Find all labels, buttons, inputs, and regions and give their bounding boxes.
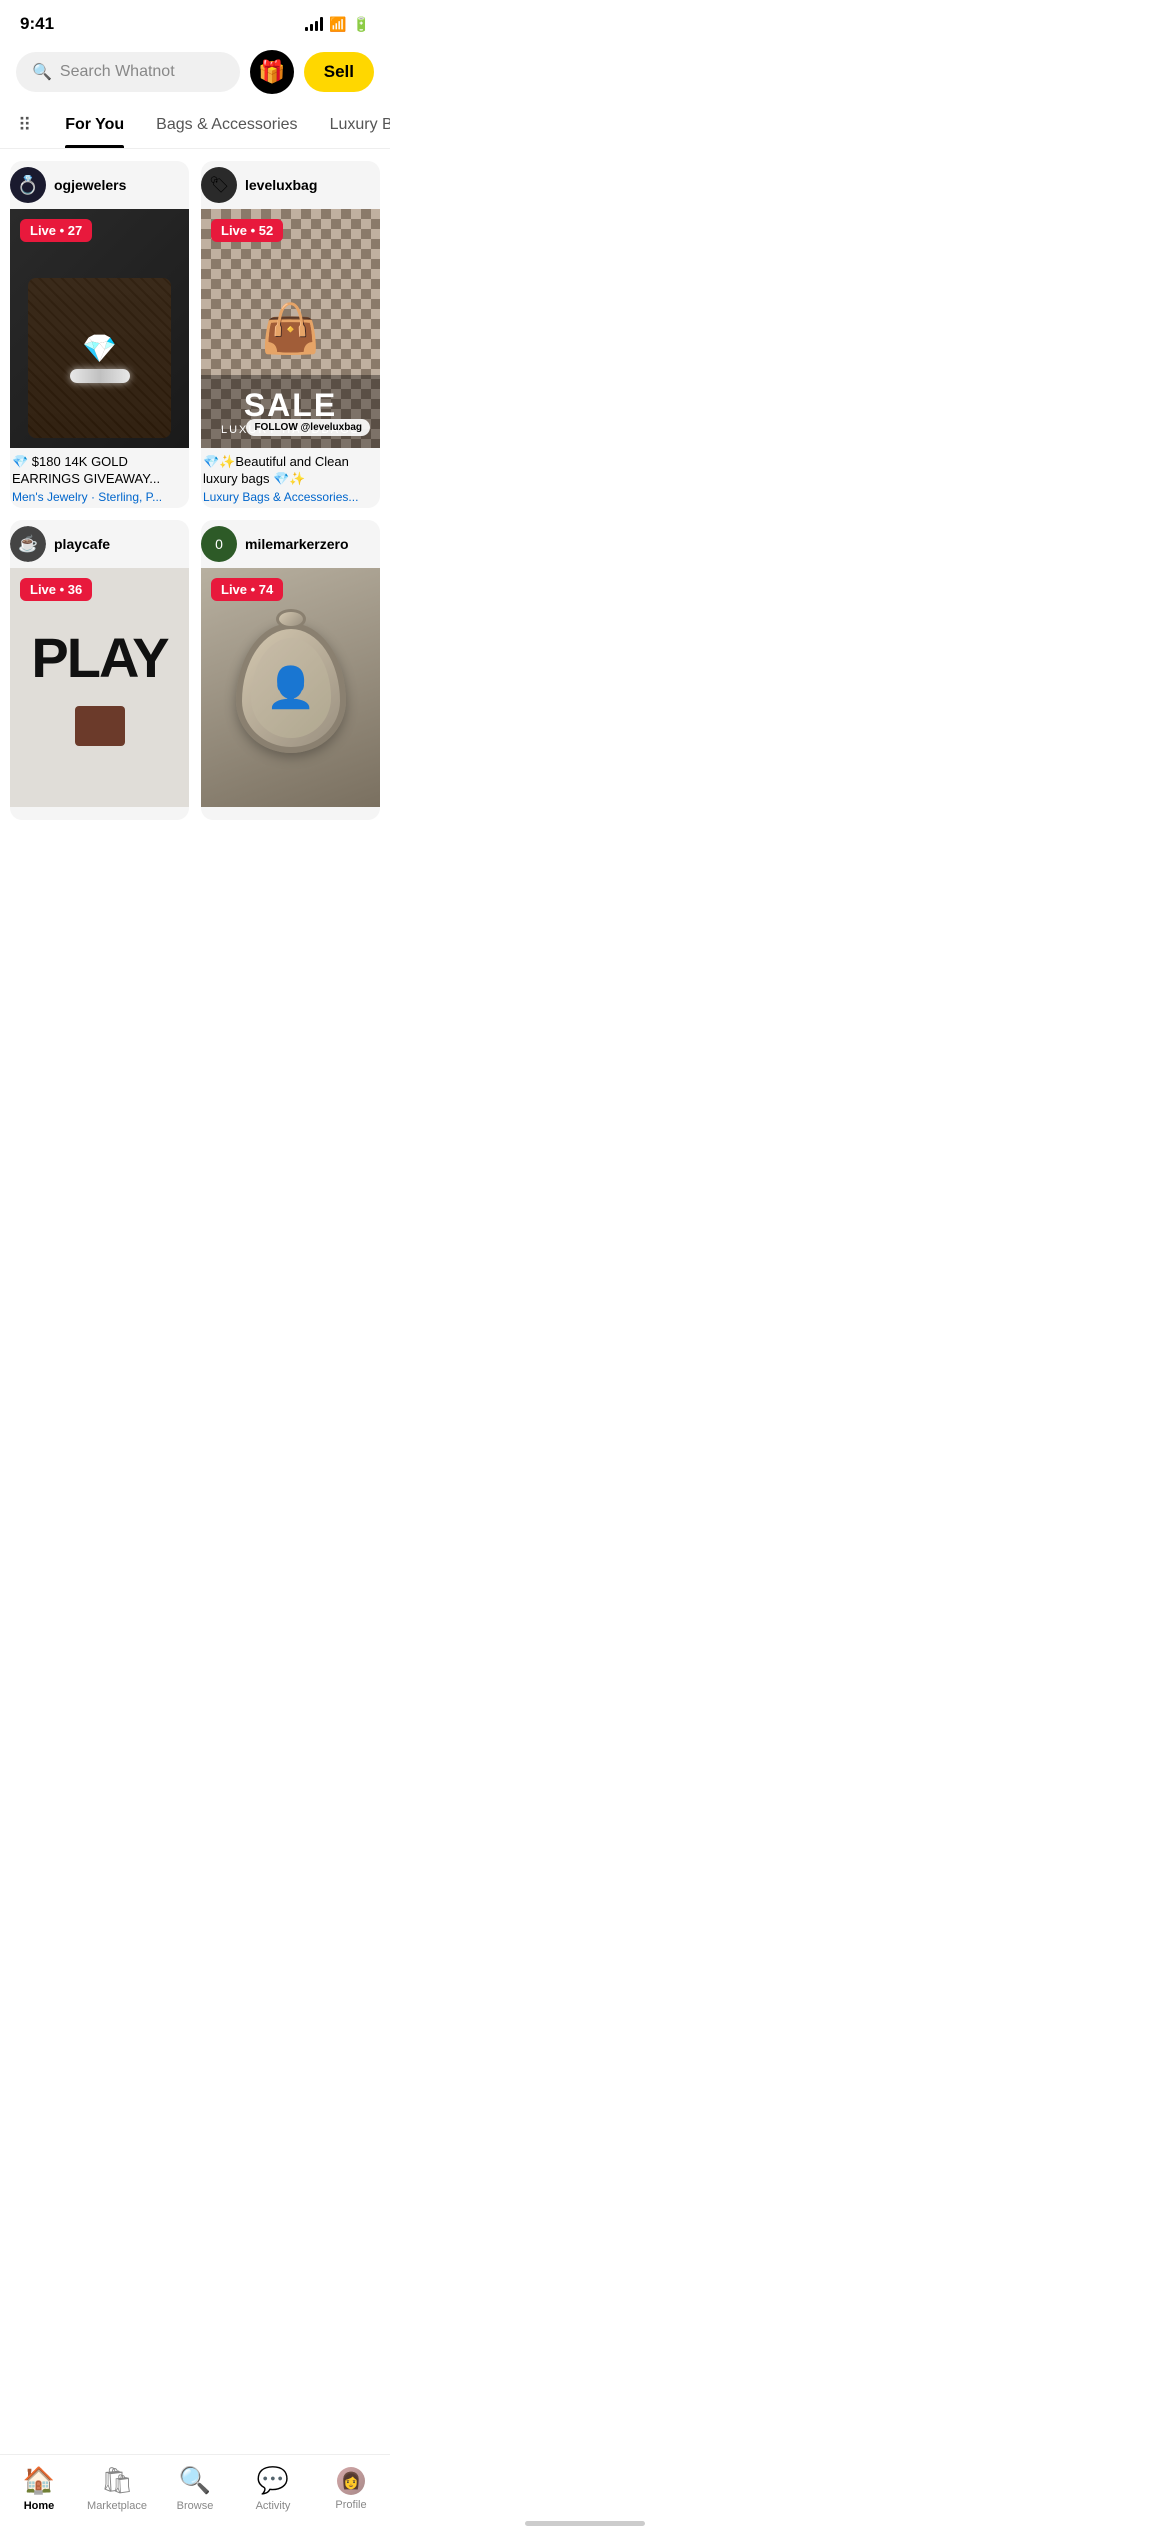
card-image: Live • 27 💎: [10, 209, 189, 448]
card-image: Live • 36 PLAY: [10, 568, 189, 807]
live-badge: Live • 74: [211, 578, 283, 601]
browse-icon: 🔍: [179, 2465, 211, 2496]
card-description: [201, 807, 380, 820]
nav-profile-label: Profile: [335, 2499, 366, 2511]
live-grid: 💍 ogjewelers Live • 27 💎: [0, 149, 390, 832]
tab-bags-accessories[interactable]: Bags & Accessories: [140, 102, 313, 148]
seller-info: 0 milemarkerzero: [201, 520, 380, 568]
nav-activity[interactable]: 💬 Activity: [234, 2465, 312, 2512]
card-visual: 👤: [201, 568, 380, 807]
sell-button[interactable]: Sell: [304, 52, 374, 92]
live-card-milemarkerzero[interactable]: 0 milemarkerzero Live • 74 👤: [201, 520, 380, 820]
live-card-leveluxbag[interactable]: 🏷 leveluxbag Live • 52 👜 SALE LUXURY HAN…: [201, 161, 380, 508]
card-visual: 💎: [10, 209, 189, 448]
search-icon: 🔍: [32, 62, 52, 82]
sale-overlay: SALE LUXURY HANDBAGS: [201, 375, 380, 448]
nav-activity-label: Activity: [256, 2500, 291, 2512]
live-badge: Live • 52: [211, 219, 283, 242]
seller-name: ogjewelers: [54, 177, 126, 193]
live-badge: Live • 36: [20, 578, 92, 601]
battery-icon: 🔋: [353, 16, 370, 33]
home-indicator: [525, 2521, 645, 2526]
seller-info: ☕ playcafe: [10, 520, 189, 568]
follow-tag: FOLLOW @leveluxbag: [246, 419, 370, 436]
seller-avatar: ☕: [10, 526, 46, 562]
home-icon: 🏠: [23, 2465, 55, 2496]
seller-avatar: 🏷: [201, 167, 237, 203]
seller-info: 🏷 leveluxbag: [201, 161, 380, 209]
marketplace-icon: 🛍: [100, 2465, 133, 2496]
card-image: Live • 52 👜 SALE LUXURY HANDBAGS FOLLOW …: [201, 209, 380, 448]
search-input[interactable]: Search Whatnot: [60, 63, 175, 81]
live-card-playcafe[interactable]: ☕ playcafe Live • 36 PLAY: [10, 520, 189, 820]
card-category: Luxury Bags & Accessories...: [203, 490, 378, 504]
card-category: Men's Jewelry · Sterling, P...: [12, 490, 187, 504]
card-visual: PLAY: [10, 568, 189, 807]
card-image: Live • 74 👤: [201, 568, 380, 807]
nav-home[interactable]: 🏠 Home: [0, 2465, 78, 2512]
profile-avatar: 👩: [337, 2467, 365, 2495]
seller-name: playcafe: [54, 536, 110, 552]
gift-icon: 🎁: [258, 59, 285, 85]
nav-browse[interactable]: 🔍 Browse: [156, 2465, 234, 2512]
seller-avatar: 💍: [10, 167, 46, 203]
activity-icon: 💬: [257, 2465, 289, 2496]
card-description: [10, 807, 189, 820]
status-icons: 📶 🔋: [305, 16, 370, 33]
live-badge: Live • 27: [20, 219, 92, 242]
signal-icon: [305, 17, 323, 31]
card-title: 💎✨Beautiful and Clean luxury bags 💎✨: [203, 454, 378, 488]
seller-avatar: 0: [201, 526, 237, 562]
gift-button[interactable]: 🎁: [250, 50, 294, 94]
card-visual: 👜 SALE LUXURY HANDBAGS FOLLOW @leveluxba…: [201, 209, 380, 448]
card-title: 💎 $180 14K GOLD EARRINGS GIVEAWAY...: [12, 454, 187, 488]
status-bar: 9:41 📶 🔋: [0, 0, 390, 42]
nav-marketplace[interactable]: 🛍 Marketplace: [78, 2465, 156, 2512]
search-bar[interactable]: 🔍 Search Whatnot: [16, 52, 240, 92]
bottom-nav: 🏠 Home 🛍 Marketplace 🔍 Browse 💬 Activity…: [0, 2454, 390, 2532]
category-tabs: ⠿ For You Bags & Accessories Luxury Bags: [0, 102, 390, 149]
seller-name: milemarkerzero: [245, 536, 349, 552]
seller-info: 💍 ogjewelers: [10, 161, 189, 209]
tab-for-you[interactable]: For You: [49, 102, 140, 148]
nav-marketplace-label: Marketplace: [87, 2500, 147, 2512]
nav-home-label: Home: [24, 2500, 55, 2512]
wifi-icon: 📶: [329, 16, 346, 33]
card-description: 💎✨Beautiful and Clean luxury bags 💎✨ Lux…: [201, 448, 380, 509]
search-container: 🔍 Search Whatnot 🎁 Sell: [0, 42, 390, 102]
tab-luxury-bags[interactable]: Luxury Bags: [314, 102, 390, 148]
tabs-menu-icon[interactable]: ⠿: [8, 103, 41, 148]
status-time: 9:41: [20, 14, 54, 34]
play-text: PLAY: [31, 630, 167, 686]
nav-profile[interactable]: 👩 Profile: [312, 2467, 390, 2511]
seller-name: leveluxbag: [245, 177, 317, 193]
live-card-ogjewelers[interactable]: 💍 ogjewelers Live • 27 💎: [10, 161, 189, 508]
card-description: 💎 $180 14K GOLD EARRINGS GIVEAWAY... Men…: [10, 448, 189, 509]
nav-browse-label: Browse: [177, 2500, 214, 2512]
